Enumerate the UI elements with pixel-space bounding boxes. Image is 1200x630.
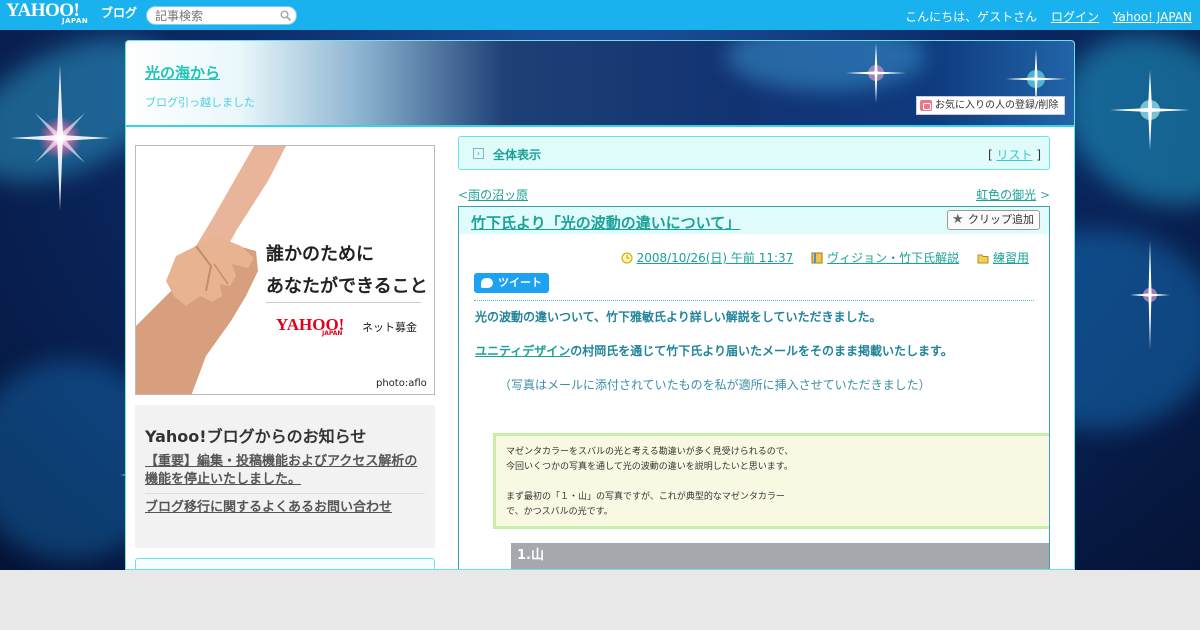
notice-title: Yahoo!ブログからのお知らせ xyxy=(145,427,367,446)
quote-line: まず最初の「１・山」の写真ですが、これが典型的なマゼンタカラー xyxy=(506,492,785,502)
quote-line: 今回いくつかの写真を通して光の波動の違いを説明したいと思います。 xyxy=(506,462,793,472)
list-link[interactable]: リスト xyxy=(996,148,1032,162)
top-bar: YAHOO! JAPAN ブログ こんにちは、ゲストさん ログイン Yahoo!… xyxy=(0,0,1200,30)
greeting-text: こんにちは、ゲストさん xyxy=(905,10,1038,24)
list-bracket-open: [ xyxy=(987,148,993,162)
yahoo-japan-link[interactable]: Yahoo! JAPAN xyxy=(1113,10,1192,24)
login-link[interactable]: ログイン xyxy=(1051,10,1099,24)
tweet-label: ツイート xyxy=(498,276,542,289)
folder-icon xyxy=(977,254,989,264)
hands-photo xyxy=(136,146,286,394)
quote-line: で、かつスバルの光です。 xyxy=(506,507,613,517)
sidebar-box xyxy=(135,558,435,569)
unity-design-link[interactable]: ユニティデザイン xyxy=(475,344,570,358)
list-bracket-close: ] xyxy=(1036,148,1041,162)
ad-photo-credit: photo:aflo xyxy=(376,378,427,389)
search-input[interactable] xyxy=(155,8,280,23)
banner-divider xyxy=(126,125,1074,127)
ad-yahoo-logo-sub: JAPAN xyxy=(322,330,343,337)
all-view-label: 全体表示 xyxy=(493,148,542,162)
search-box[interactable] xyxy=(146,6,297,25)
clock-icon xyxy=(621,252,633,264)
prev-marker: < xyxy=(458,188,469,202)
ad-headline-1: 誰かのために xyxy=(266,244,374,265)
favorite-register-button[interactable]: お気に入りの人の登録/削除 xyxy=(916,96,1065,115)
blog-logo-label[interactable]: ブログ xyxy=(101,4,137,21)
blog-banner: 光の海から ブログ引っ越しました お気に入りの人の登録/削除 xyxy=(126,41,1074,125)
star-icon: ★ xyxy=(952,212,964,227)
twitter-bird-icon xyxy=(481,278,493,288)
article-date[interactable]: 2008/10/26(日) 午前 11:37 xyxy=(637,251,794,265)
article-paragraph-text: の村岡氏を通じて竹下氏より届いたメールをそのまま掲載いたします。 xyxy=(570,344,953,358)
category-link-vision[interactable]: ヴィジョン・竹下氏解説 xyxy=(827,251,959,265)
star-sparkle-icon xyxy=(10,65,110,210)
page-footer-area xyxy=(0,570,1200,630)
ad-headline-2: あなたができること xyxy=(266,276,428,297)
favorite-icon xyxy=(920,100,932,111)
star-sparkle-icon xyxy=(846,43,906,103)
notice-link-faq[interactable]: ブログ移行に関するよくあるお問い合わせ xyxy=(145,499,427,517)
star-sparkle-icon xyxy=(1130,240,1170,350)
notice-box: Yahoo!ブログからのお知らせ 【重要】編集・投稿機能およびアクセス解析の機能… xyxy=(135,405,435,548)
next-article-link[interactable]: 虹色の御光 xyxy=(976,188,1036,202)
book-icon xyxy=(811,252,823,264)
favorite-register-label: お気に入りの人の登録/削除 xyxy=(935,100,1059,111)
sidebar-ad[interactable]: 誰かのために あなたができること YAHOO! JAPAN ネット募金 phot… xyxy=(135,145,435,395)
category1-wrap: ヴィジョン・竹下氏解説 xyxy=(811,251,959,265)
next-marker: > xyxy=(1039,188,1050,202)
article-header: 竹下氏より「光の波動の違いについて」 ★ クリップ追加 xyxy=(459,207,1049,234)
tweet-button[interactable]: ツイート xyxy=(474,273,549,293)
article-meta: 2008/10/26(日) 午前 11:37 ヴィジョン・竹下氏解説 練習用 xyxy=(621,249,1029,266)
quote-line xyxy=(506,475,1049,490)
category2-wrap: 練習用 xyxy=(977,251,1029,265)
quoted-email: マゼンタカラーをスバルの光と考える勘違いが多く見受けられるので、 今回いくつかの… xyxy=(493,433,1049,529)
article: 竹下氏より「光の波動の違いについて」 ★ クリップ追加 2008/10/26(日… xyxy=(458,206,1050,569)
blog-title[interactable]: 光の海から xyxy=(145,62,220,83)
ad-divider xyxy=(266,302,421,303)
article-divider xyxy=(474,300,1034,301)
notice-divider xyxy=(145,493,425,494)
blog-frame: 光の海から ブログ引っ越しました お気に入りの人の登録/削除 誰かのために あな… xyxy=(125,40,1075,570)
chevron-right-icon: › xyxy=(473,148,484,159)
article-paragraph: （写真はメールに添付されていたものを私が適所に挿入させていただきました） xyxy=(499,378,931,392)
category-link-practice[interactable]: 練習用 xyxy=(993,251,1029,265)
top-nav: こんにちは、ゲストさん ログイン Yahoo! JAPAN xyxy=(895,8,1192,25)
clip-add-label: クリップ追加 xyxy=(968,213,1034,226)
article-title[interactable]: 竹下氏より「光の波動の違いについて」 xyxy=(471,212,740,233)
notice-link-important[interactable]: 【重要】編集・投稿機能およびアクセス解析の機能を停止いたしました。 xyxy=(145,453,427,489)
ad-service-name: ネット募金 xyxy=(362,321,417,334)
list-link-wrap: [ リスト ] xyxy=(988,146,1041,163)
next-article-wrap: 虹色の御光 > xyxy=(976,186,1050,203)
all-view-bar: › 全体表示 [ リスト ] xyxy=(458,136,1050,170)
photo-heading: 1.山 xyxy=(511,543,1049,569)
yahoo-logo-sub: JAPAN xyxy=(62,17,89,25)
clip-add-button[interactable]: ★ クリップ追加 xyxy=(947,210,1040,230)
blog-description: ブログ引っ越しました xyxy=(145,96,255,109)
prev-article-link[interactable]: 雨の沼ッ原 xyxy=(468,188,528,202)
article-pager: <雨の沼ッ原 虹色の御光 > xyxy=(458,186,1050,203)
article-paragraph: ユニティデザインの村岡氏を通じて竹下氏より届いたメールをそのまま掲載いたします。 xyxy=(475,342,953,359)
quote-line: マゼンタカラーをスバルの光と考える勘違いが多く見受けられるので、 xyxy=(506,447,794,457)
article-paragraph: 光の波動の違いついて、竹下雅敏氏より詳しい解説をしていただきました。 xyxy=(475,310,882,324)
search-icon[interactable] xyxy=(280,10,291,21)
star-sparkle-icon xyxy=(1110,70,1190,150)
